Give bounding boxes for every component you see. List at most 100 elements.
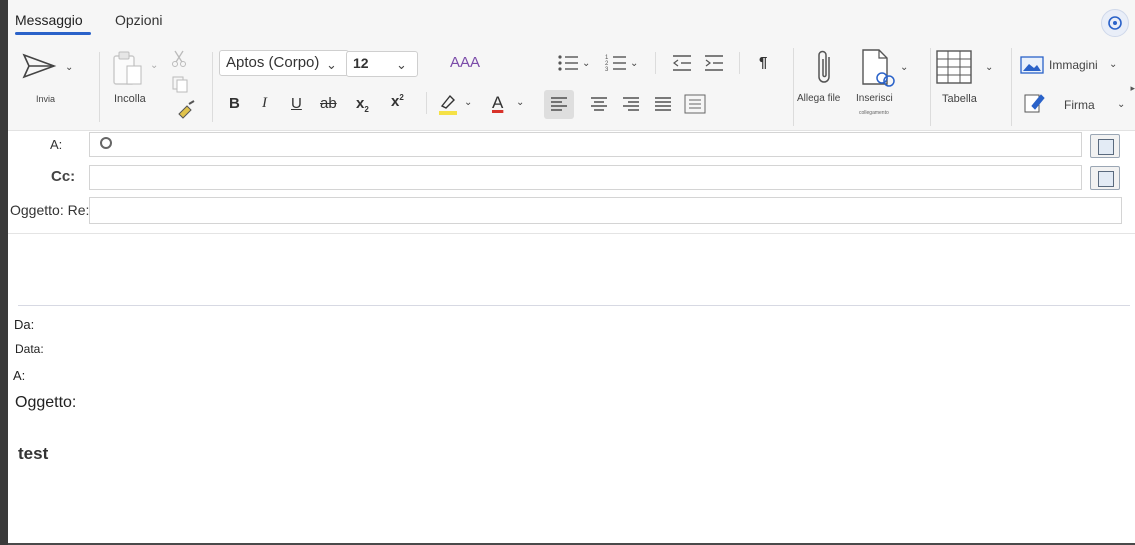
bullet-list-icon	[558, 55, 578, 71]
align-center-icon	[591, 97, 607, 111]
font-color-chevron-icon[interactable]: ⌄	[516, 97, 524, 108]
attach-file-button[interactable]	[814, 49, 836, 92]
brush-icon	[178, 100, 195, 119]
insert-link-sub-label: collegamento	[859, 110, 889, 116]
paste-button[interactable]	[111, 50, 145, 95]
active-tab-indicator	[15, 32, 91, 35]
table-chevron-icon[interactable]: ⌄	[985, 62, 993, 73]
cc-label: Cc:	[51, 168, 76, 185]
align-right-button[interactable]	[622, 96, 640, 117]
table-label: Tabella	[942, 93, 977, 105]
text-effects-button[interactable]: AAA	[450, 54, 480, 71]
align-center-button[interactable]	[590, 96, 608, 117]
ribbon: Messaggio Opzioni ⌄ Invia ⌄ Incolla Apto…	[8, 0, 1135, 131]
separator	[426, 92, 427, 114]
line-spacing-icon	[684, 94, 706, 114]
send-button[interactable]	[22, 52, 58, 85]
subscript-button[interactable]: x2	[356, 95, 369, 114]
copy-icon	[172, 76, 188, 93]
increase-indent-button[interactable]	[704, 54, 724, 77]
insert-link-button[interactable]	[859, 48, 897, 93]
to-address-book-icon[interactable]	[1090, 134, 1120, 158]
reply-separator-line	[18, 305, 1130, 306]
to-label: A:	[50, 137, 63, 152]
header-bottom-border	[8, 233, 1135, 234]
highlighter-icon	[439, 94, 457, 115]
tab-messaggio[interactable]: Messaggio	[15, 12, 83, 28]
insert-link-label: Inserisci	[856, 93, 893, 104]
separator	[212, 52, 213, 122]
font-size-chevron-icon[interactable]: ⌄	[396, 57, 407, 73]
insert-link-chevron-icon[interactable]: ⌄	[900, 62, 908, 73]
numbered-list-icon: 123	[605, 55, 626, 73]
images-button[interactable]	[1020, 55, 1044, 80]
paper-plane-icon	[22, 53, 57, 79]
separator	[793, 48, 794, 126]
underline-button[interactable]: U	[291, 95, 302, 112]
signature-button[interactable]	[1023, 92, 1045, 119]
bullets-button[interactable]	[557, 53, 579, 78]
separator	[739, 52, 740, 74]
tab-opzioni[interactable]: Opzioni	[115, 12, 162, 28]
send-label: Invia	[36, 94, 56, 104]
paste-label: Incolla	[114, 93, 146, 105]
paste-options-chevron-icon[interactable]: ⌄	[150, 60, 158, 71]
copilot-icon[interactable]	[1101, 9, 1129, 37]
table-grid-icon	[936, 50, 972, 84]
align-left-icon	[551, 97, 567, 111]
signature-chevron-icon[interactable]: ⌄	[1117, 99, 1125, 110]
bold-button[interactable]: B	[229, 95, 240, 112]
strikethrough-button[interactable]: ab	[320, 95, 337, 112]
separator	[930, 48, 931, 126]
font-family-chevron-icon[interactable]: ⌄	[326, 57, 337, 73]
document-link-icon	[862, 49, 895, 87]
separator	[655, 52, 656, 74]
subject-label: Oggetto: Re:	[10, 202, 90, 218]
message-body-text[interactable]: test	[18, 444, 48, 464]
signature-label: Firma	[1064, 98, 1095, 112]
cut-button[interactable]	[171, 50, 187, 73]
scissors-icon	[172, 50, 186, 67]
recipient-status-icon	[100, 137, 112, 149]
show-formatting-button[interactable]: ¶	[759, 54, 767, 71]
align-right-icon	[623, 97, 639, 111]
bullets-chevron-icon[interactable]: ⌄	[582, 58, 590, 69]
images-chevron-icon[interactable]: ⌄	[1109, 59, 1117, 70]
numbering-chevron-icon[interactable]: ⌄	[630, 58, 638, 69]
svg-text:3: 3	[605, 67, 609, 73]
separator	[99, 52, 100, 122]
justify-icon	[655, 97, 671, 111]
signature-pen-icon	[1024, 94, 1045, 113]
cc-input[interactable]	[89, 165, 1082, 190]
to-input[interactable]	[89, 132, 1082, 157]
quoted-from-label: Da:	[14, 317, 35, 332]
font-size-select[interactable]: 12	[346, 51, 418, 77]
highlight-button[interactable]	[436, 92, 460, 121]
highlight-chevron-icon[interactable]: ⌄	[464, 97, 472, 108]
send-options-chevron-icon[interactable]: ⌄	[65, 62, 73, 73]
table-button[interactable]	[935, 49, 973, 90]
images-label: Immagini	[1049, 58, 1098, 72]
align-left-button[interactable]	[550, 96, 568, 117]
subject-input[interactable]	[89, 197, 1122, 224]
subscript-mark: 2	[364, 105, 369, 114]
clipboard-icon	[113, 51, 142, 85]
italic-button[interactable]: I	[262, 95, 267, 112]
copy-button[interactable]	[171, 75, 189, 98]
paperclip-icon	[818, 50, 830, 83]
line-spacing-button[interactable]	[684, 94, 706, 119]
separator	[1011, 48, 1012, 126]
picture-icon	[1020, 56, 1044, 74]
justify-button[interactable]	[654, 96, 672, 117]
quoted-to-label: A:	[13, 368, 26, 383]
font-color-button[interactable]: A	[492, 93, 503, 113]
cc-address-book-icon[interactable]	[1090, 166, 1120, 190]
superscript-button[interactable]: x2	[391, 93, 404, 110]
format-painter-button[interactable]	[175, 100, 197, 125]
attach-file-label: Allega file	[797, 93, 841, 104]
font-size-value: 12	[353, 55, 369, 71]
decrease-indent-button[interactable]	[672, 54, 692, 77]
ribbon-scroll-right-icon[interactable]: ▸	[1130, 83, 1135, 94]
superscript-mark: 2	[399, 93, 404, 102]
numbering-button[interactable]: 123	[605, 53, 627, 78]
